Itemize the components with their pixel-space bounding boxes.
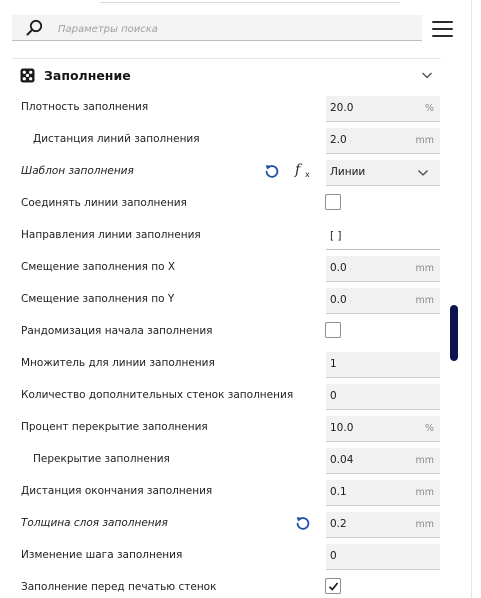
section-divider (12, 58, 441, 59)
setting-infill-overlap-percentage: Процент перекрытие заполнения 10.0 % (12, 415, 441, 442)
infill-icon (20, 68, 35, 83)
field-value: 0.04 (330, 454, 354, 466)
setting-infill-layer-thickness: Толщина слоя заполнения 0.2 mm (12, 511, 441, 538)
infill-line-multiplier-field[interactable]: 1 (326, 352, 440, 378)
setting-label: Соединять линии заполнения (21, 197, 187, 209)
top-divider (100, 0, 400, 3)
setting-label: Количество дополнительных стенок заполне… (21, 389, 294, 401)
connect-infill-lines-checkbox[interactable] (325, 194, 341, 210)
hamburger-menu-icon[interactable] (432, 19, 453, 39)
setting-infill-line-directions: Направления линии заполнения [ ] (12, 223, 441, 250)
search-box[interactable] (12, 15, 422, 41)
search-bar (12, 15, 422, 42)
randomize-infill-start-checkbox[interactable] (325, 322, 341, 338)
chevron-down-icon[interactable] (421, 70, 433, 80)
field-unit: mm (415, 455, 434, 466)
extra-infill-wall-count-field[interactable]: 0 (326, 384, 440, 410)
infill-line-directions-field[interactable]: [ ] (326, 224, 440, 250)
checkmark-icon (328, 582, 339, 591)
setting-infill-before-walls: Заполнение перед печатью стенок (12, 575, 441, 598)
setting-label: Перекрытие заполнения (33, 453, 170, 465)
setting-infill-x-offset: Смещение заполнения по X 0.0 mm (12, 255, 441, 282)
search-icon (26, 19, 43, 36)
infill-overlap-field[interactable]: 0.04 mm (326, 448, 440, 474)
field-value: 0.0 (330, 294, 347, 306)
search-input[interactable] (58, 19, 398, 39)
setting-label: Заполнение перед печатью стенок (21, 581, 217, 593)
field-value: 20.0 (330, 102, 354, 114)
field-value: 10.0 (330, 422, 354, 434)
gradual-infill-steps-field[interactable]: 0 (326, 544, 440, 570)
setting-label: Дистанция линий заполнения (33, 133, 200, 145)
chevron-down-icon (418, 170, 428, 176)
field-unit: mm (415, 519, 434, 530)
setting-label: Смещение заполнения по Y (21, 293, 175, 305)
infill-x-offset-field[interactable]: 0.0 mm (326, 256, 440, 282)
reset-icon[interactable] (264, 163, 280, 179)
field-unit: mm (415, 295, 434, 306)
fx-icon[interactable]: fx (295, 162, 313, 180)
setting-label: Направления линии заполнения (21, 229, 201, 241)
infill-overlap-percentage-field[interactable]: 10.0 % (326, 416, 440, 442)
field-value: 1 (330, 358, 337, 370)
field-value: 0 (330, 390, 337, 402)
infill-line-distance-field[interactable]: 2.0 mm (326, 128, 440, 154)
setting-label: Плотность заполнения (21, 101, 149, 113)
setting-randomize-infill-start: Рандомизация начала заполнения (12, 319, 441, 345)
setting-infill-line-multiplier: Множитель для линии заполнения 1 (12, 351, 441, 378)
setting-infill-y-offset: Смещение заполнения по Y 0.0 mm (12, 287, 441, 314)
panel-edge (471, 0, 472, 598)
setting-infill-line-distance: Дистанция линий заполнения 2.0 mm (12, 127, 441, 154)
field-value: 0 (330, 550, 337, 562)
infill-pattern-dropdown[interactable]: Линии (326, 160, 440, 186)
field-unit: mm (415, 135, 434, 146)
field-value: 2.0 (330, 134, 347, 146)
section-title: Заполнение (44, 68, 131, 83)
field-value: 0.0 (330, 262, 347, 274)
field-unit: mm (415, 487, 434, 498)
setting-extra-infill-wall-count: Количество дополнительных стенок заполне… (12, 383, 441, 410)
setting-label: Дистанция окончания заполнения (21, 485, 213, 497)
setting-label: Множитель для линии заполнения (21, 357, 215, 369)
setting-connect-infill-lines: Соединять линии заполнения (12, 191, 441, 217)
field-value: [ ] (330, 230, 342, 242)
infill-wipe-distance-field[interactable]: 0.1 mm (326, 480, 440, 506)
field-unit: % (424, 103, 434, 114)
setting-label: Изменение шага заполнения (21, 549, 183, 561)
scrollbar-thumb[interactable] (450, 305, 458, 361)
field-unit: % (424, 423, 434, 434)
setting-label: Толщина слоя заполнения (21, 517, 168, 529)
field-unit: mm (415, 263, 434, 274)
setting-label: Смещение заполнения по X (21, 261, 176, 273)
infill-layer-thickness-field[interactable]: 0.2 mm (326, 512, 440, 538)
infill-before-walls-checkbox[interactable] (325, 578, 341, 594)
setting-infill-density: Плотность заполнения 20.0 % (12, 95, 441, 122)
infill-density-field[interactable]: 20.0 % (326, 96, 440, 122)
infill-y-offset-field[interactable]: 0.0 mm (326, 288, 440, 314)
field-value: 0.2 (330, 518, 347, 530)
setting-label: Процент перекрытие заполнения (21, 421, 208, 433)
setting-infill-pattern: Шаблон заполнения fx Линии (12, 159, 441, 186)
dropdown-value: Линии (330, 166, 366, 178)
reset-icon[interactable] (295, 515, 311, 531)
setting-label: Шаблон заполнения (21, 165, 134, 177)
section-header-infill[interactable]: Заполнение (12, 62, 441, 90)
setting-gradual-infill-steps: Изменение шага заполнения 0 (12, 543, 441, 570)
setting-label: Рандомизация начала заполнения (21, 325, 213, 337)
setting-infill-overlap: Перекрытие заполнения 0.04 mm (12, 447, 441, 474)
setting-infill-wipe-distance: Дистанция окончания заполнения 0.1 mm (12, 479, 441, 506)
field-value: 0.1 (330, 486, 347, 498)
